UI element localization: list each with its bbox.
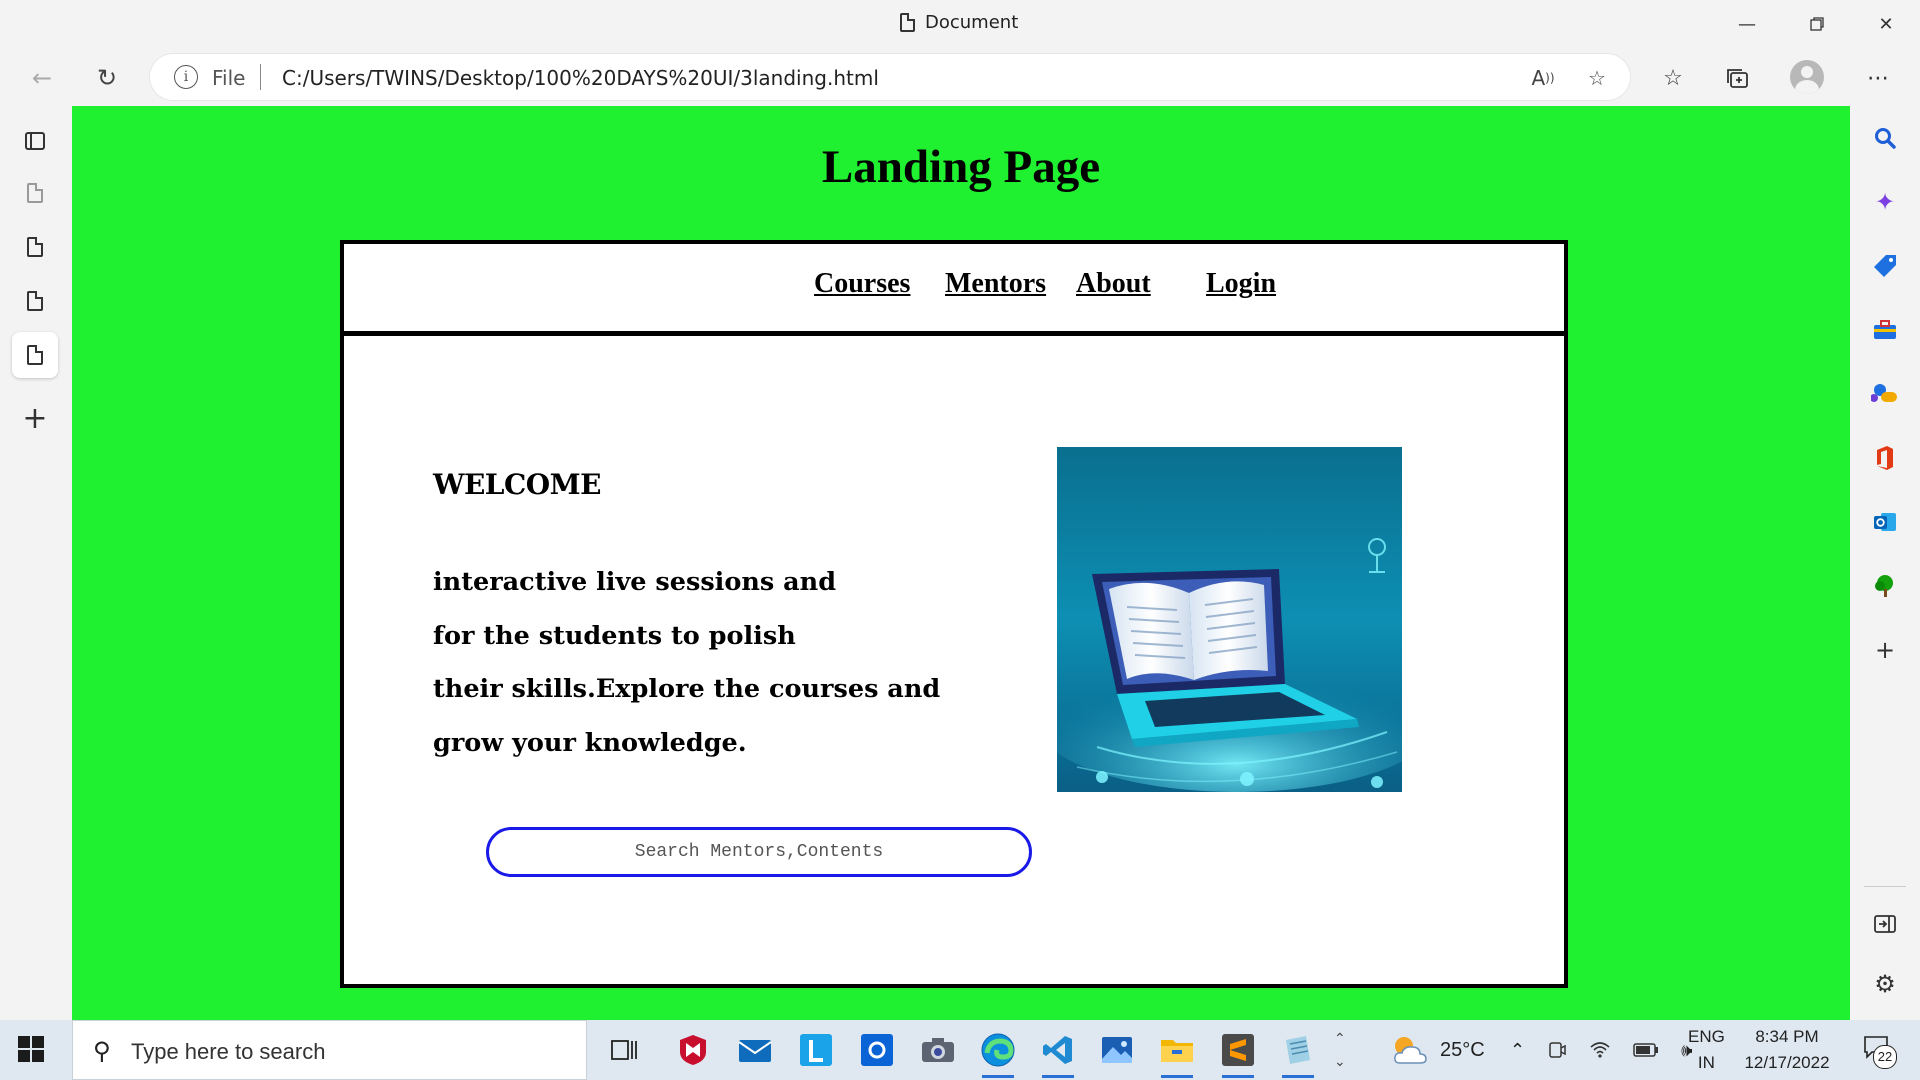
nav-courses-link[interactable]: Courses	[814, 268, 910, 300]
mail-icon[interactable]	[735, 1030, 775, 1070]
page-title: Landing Page	[821, 141, 1101, 193]
language-code: ENG	[1688, 1027, 1725, 1046]
photos-icon[interactable]	[1097, 1030, 1137, 1070]
url-text[interactable]: C:/Users/TWINS/Desktop/100%20DAYS%20UI/3…	[282, 66, 879, 90]
hide-sidebar-icon[interactable]	[1867, 906, 1903, 942]
office-icon[interactable]	[1867, 440, 1903, 476]
notification-count-badge: 22	[1873, 1045, 1897, 1069]
l-app-icon[interactable]	[796, 1030, 836, 1070]
refresh-icon[interactable]: ↻	[87, 58, 127, 98]
nav-login-link[interactable]: Login	[1206, 268, 1276, 300]
show-hidden-icons-chevron-icon[interactable]: ⌃	[1510, 1040, 1525, 1061]
vscode-icon[interactable]	[1038, 1030, 1078, 1078]
cortana-app-icon[interactable]	[857, 1030, 897, 1070]
weather-temperature: 25°C	[1440, 1038, 1485, 1061]
read-aloud-icon[interactable]: A))	[1528, 63, 1558, 93]
weather-sun-cloud-icon	[1394, 1037, 1427, 1064]
window-title-bar: Document — ✕	[0, 0, 1920, 50]
info-icon[interactable]: i	[174, 65, 198, 89]
shopping-tag-icon[interactable]	[1867, 248, 1903, 284]
tab-actions-icon[interactable]	[12, 118, 58, 164]
restore-icon[interactable]	[1797, 10, 1837, 38]
language-region: IN	[1697, 1053, 1715, 1072]
search-icon[interactable]	[1867, 120, 1903, 156]
windows-taskbar: ⚲ Type here to search ⌃ ⌄ 25°C ⌃ 🕪 ENG I…	[0, 1020, 1920, 1080]
page-viewport: Landing Page Courses Mentors About Login…	[72, 106, 1850, 1020]
intro-line: for the students to polish	[433, 620, 796, 651]
edge-browser-icon[interactable]	[978, 1030, 1018, 1078]
task-view-icon[interactable]	[604, 1030, 644, 1070]
chevron-down-icon[interactable]: ⌄	[1334, 1053, 1346, 1070]
tab-page-icon[interactable]	[12, 170, 58, 216]
landing-card: Courses Mentors About Login WELCOME inte…	[340, 240, 1568, 988]
favorites-icon[interactable]: ☆	[1655, 60, 1691, 96]
sidebar-divider	[1864, 886, 1906, 887]
outlook-icon[interactable]	[1867, 504, 1903, 540]
battery-icon[interactable]	[1633, 1043, 1659, 1057]
tab-page-icon[interactable]	[12, 278, 58, 324]
camera-icon[interactable]	[918, 1030, 958, 1070]
clock-date: 12/17/2022	[1744, 1053, 1830, 1072]
hero-laptop-image	[1057, 447, 1402, 792]
tools-briefcase-icon[interactable]	[1867, 312, 1903, 348]
notification-center[interactable]: 22	[1856, 1020, 1900, 1080]
scheme-label: File	[212, 66, 246, 90]
intro-paragraph: interactive live sessions and for the st…	[433, 556, 953, 770]
windows-start-icon[interactable]	[18, 1036, 46, 1064]
welcome-heading: WELCOME	[433, 468, 602, 501]
search-magnifier-icon: ⚲	[93, 1037, 111, 1065]
minimize-icon[interactable]: —	[1727, 10, 1767, 38]
intro-line: interactive live sessions and	[433, 567, 837, 597]
new-tab-plus-icon[interactable]: +	[12, 396, 58, 442]
tab-page-icon[interactable]	[12, 224, 58, 270]
document-icon	[900, 13, 915, 32]
mcafee-icon[interactable]	[673, 1030, 713, 1070]
top-nav: Courses Mentors About Login	[344, 244, 1564, 336]
nav-about-link[interactable]: About	[1076, 268, 1151, 300]
tab-page-active-icon[interactable]	[12, 332, 58, 378]
clock[interactable]: 8:34 PM 12/17/2022	[1742, 1020, 1832, 1080]
add-sidebar-app-icon[interactable]: +	[1867, 632, 1903, 668]
sublime-text-icon[interactable]	[1218, 1030, 1258, 1078]
meet-now-icon[interactable]	[1547, 1040, 1567, 1060]
window-title: Document	[900, 12, 1018, 33]
search-input[interactable]: Search Mentors,Contents	[486, 827, 1032, 877]
back-arrow-icon[interactable]: ←	[22, 58, 62, 98]
sparkle-icon[interactable]: ✦	[1867, 184, 1903, 220]
edge-sidebar: ✦ + ⚙	[1850, 106, 1920, 1020]
window-title-text: Document	[925, 12, 1019, 33]
close-icon[interactable]: ✕	[1866, 10, 1906, 38]
settings-gear-icon[interactable]: ⚙	[1867, 966, 1903, 1002]
vertical-tabs-panel: +	[0, 106, 72, 1020]
profile-avatar[interactable]	[1790, 60, 1824, 94]
taskbar-search-box[interactable]: ⚲ Type here to search	[72, 1020, 587, 1080]
taskbar-scroll-arrows[interactable]: ⌃ ⌄	[1334, 1020, 1346, 1080]
address-bar[interactable]: i File C:/Users/TWINS/Desktop/100%20DAYS…	[150, 54, 1630, 100]
wifi-icon[interactable]	[1589, 1041, 1611, 1059]
intro-line: grow your knowledge.	[433, 727, 747, 758]
browser-toolbar: ← ↻ i File C:/Users/TWINS/Desktop/100%20…	[0, 50, 1920, 106]
file-explorer-icon[interactable]	[1157, 1030, 1197, 1078]
more-options-icon[interactable]: ⋯	[1860, 60, 1896, 96]
chevron-up-icon[interactable]: ⌃	[1334, 1030, 1346, 1047]
add-favorite-icon[interactable]: ☆	[1582, 63, 1612, 93]
address-separator	[260, 64, 261, 90]
taskbar-search-placeholder: Type here to search	[131, 1039, 326, 1064]
games-icon[interactable]	[1867, 376, 1903, 412]
weather-widget[interactable]: 25°C	[1390, 1020, 1485, 1080]
nav-mentors-link[interactable]: Mentors	[945, 268, 1046, 300]
clock-time: 8:34 PM	[1755, 1027, 1819, 1046]
collections-icon[interactable]	[1720, 60, 1756, 96]
tree-icon[interactable]	[1867, 568, 1903, 604]
system-tray-icons: ⌃ 🕪	[1510, 1020, 1692, 1080]
notepad-icon[interactable]	[1278, 1030, 1318, 1078]
intro-line: their skills.Explore the courses and	[433, 674, 941, 704]
language-indicator[interactable]: ENG IN	[1688, 1020, 1725, 1080]
